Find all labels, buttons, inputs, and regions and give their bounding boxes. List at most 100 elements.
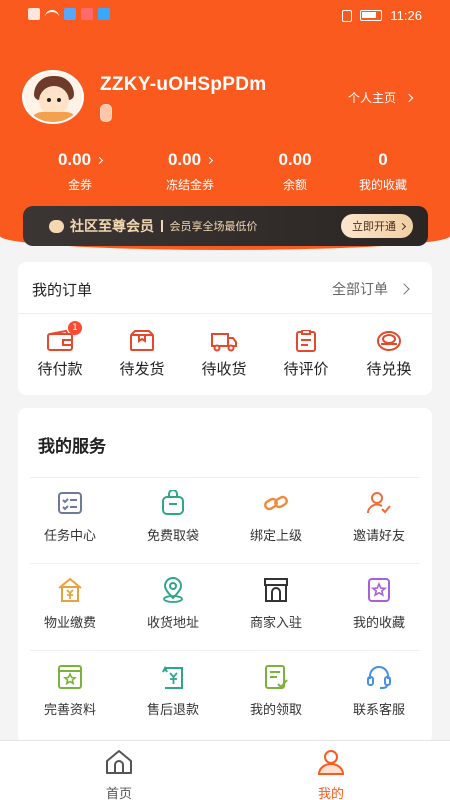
service-my-favorites[interactable]: 我的收藏 [329, 577, 429, 631]
order-label: 待付款 [37, 360, 83, 378]
order-pending-receipt[interactable]: 待收货 [189, 330, 259, 379]
chevron-right-icon [398, 283, 410, 295]
stat-label: 余额 [282, 178, 307, 192]
service-label: 商家入驻 [249, 616, 302, 631]
order-label: 待发货 [119, 360, 165, 378]
service-invite-friends[interactable]: 邀请好友 [329, 490, 429, 544]
order-count-badge: 1 [68, 321, 82, 335]
stat-value: 0.00 [278, 150, 312, 169]
service-bind-superior[interactable]: 绑定上级 [226, 490, 326, 544]
coins-icon [375, 330, 403, 352]
status-time: 11:26 [390, 8, 422, 23]
stat-gold-coupon[interactable]: 0.00 金券 [30, 150, 130, 193]
services-card: 我的服务 任务中心 免费取袋 绑定上级 邀请好友 物业缴费 收货地址 商家入驻 … [18, 408, 432, 743]
person-icon [317, 750, 345, 775]
status-bar: 11:26 [0, 0, 450, 30]
headset-icon [366, 664, 392, 690]
chevron-right-icon [404, 93, 414, 102]
avatar[interactable] [22, 70, 86, 124]
link-icon [263, 490, 289, 516]
profile-star-icon [57, 664, 83, 690]
service-complete-profile[interactable]: 完善资料 [20, 664, 120, 718]
chevron-right-icon [206, 156, 214, 164]
task-list-icon [57, 490, 83, 516]
app-notification-icon [64, 8, 76, 20]
service-my-claims[interactable]: 我的领取 [226, 664, 326, 718]
homepage-link-label: 个人主页 [347, 91, 396, 105]
service-label: 售后退款 [146, 703, 199, 718]
service-label: 任务中心 [43, 529, 96, 544]
service-shipping-address[interactable]: 收货地址 [123, 577, 223, 631]
tab-label: 首页 [105, 787, 132, 800]
clipboard-icon [292, 329, 320, 352]
location-pin-icon [160, 577, 186, 603]
package-icon [128, 330, 156, 352]
all-orders-link[interactable]: 全部订单 [332, 279, 410, 299]
search-app-icon [98, 8, 110, 20]
status-system: 11:26 [342, 8, 422, 23]
divider [161, 220, 163, 232]
order-label: 待兑换 [366, 360, 412, 378]
star-icon [366, 577, 392, 603]
service-label: 邀请好友 [352, 529, 405, 544]
divider [30, 477, 420, 478]
service-task-center[interactable]: 任务中心 [20, 490, 120, 544]
bottom-tab-bar: 首页 我的 [0, 740, 450, 800]
homepage-link[interactable]: 个人主页 [347, 89, 414, 106]
invite-user-icon [366, 490, 392, 516]
stat-balance[interactable]: 0.00 余额 [245, 150, 345, 193]
service-label: 免费取袋 [146, 529, 199, 544]
truck-icon [210, 330, 238, 352]
service-customer-support[interactable]: 联系客服 [329, 664, 429, 718]
wallet-icon: 1 [46, 321, 82, 352]
chat-bubble-icon [49, 219, 64, 233]
order-pending-redemption[interactable]: 待兑换 [354, 330, 424, 379]
all-orders-label: 全部订单 [332, 282, 388, 298]
order-pending-shipment[interactable]: 待发货 [107, 330, 177, 379]
storefront-icon [263, 577, 289, 603]
stat-label: 我的收藏 [358, 178, 407, 192]
house-payment-icon [57, 577, 83, 603]
vip-open-button-label: 立即开通 [352, 220, 396, 233]
chevron-right-icon [96, 156, 104, 164]
avatar-image [22, 70, 84, 124]
username: ZZKY-uOHSpPDm [100, 74, 267, 95]
home-icon [106, 750, 132, 774]
service-label: 我的收藏 [352, 616, 405, 631]
order-pending-review[interactable]: 待评价 [271, 329, 341, 379]
document-icon [263, 664, 289, 690]
service-label: 绑定上级 [249, 529, 302, 544]
stat-label: 金券 [67, 178, 92, 192]
service-property-payment[interactable]: 物业缴费 [20, 577, 120, 631]
order-pending-payment[interactable]: 1 待付款 [25, 321, 95, 379]
service-label: 收货地址 [146, 616, 199, 631]
vip-banner[interactable]: 社区至尊会员 会员享全场最低价 立即开通 [23, 206, 428, 246]
orders-card: 我的订单 全部订单 1 待付款 待发货 待收货 待评价 待兑换 [18, 262, 432, 395]
app-notification-icon [81, 8, 93, 20]
vip-description: 会员享全场最低价 [169, 220, 258, 233]
vip-title: 社区至尊会员 [70, 219, 154, 235]
service-label: 物业缴费 [43, 616, 96, 631]
service-label: 我的领取 [249, 703, 302, 718]
bag-icon [160, 489, 186, 516]
chevron-right-icon [398, 222, 407, 230]
stat-value: 0 [378, 150, 388, 169]
vip-open-button[interactable]: 立即开通 [341, 214, 413, 238]
stat-frozen-coupon[interactable]: 0.00 冻结金券 [140, 150, 240, 193]
services-title: 我的服务 [38, 437, 106, 457]
divider [30, 563, 420, 564]
service-after-sales-refund[interactable]: 售后退款 [123, 664, 223, 718]
member-level-badge [100, 104, 112, 122]
service-merchant-join[interactable]: 商家入驻 [226, 577, 326, 631]
wifi-icon [45, 10, 59, 18]
stat-value: 0.00 [167, 150, 202, 169]
stat-value: 0.00 [57, 150, 92, 169]
stat-favorites[interactable]: 0 我的收藏 [333, 150, 433, 193]
alert-icon [28, 8, 40, 20]
order-label: 待收货 [201, 360, 247, 378]
tab-me[interactable]: 我的 [291, 749, 371, 800]
order-label: 待评价 [283, 360, 329, 378]
tab-home[interactable]: 首页 [79, 749, 159, 800]
service-label: 联系客服 [352, 703, 405, 718]
service-free-bag[interactable]: 免费取袋 [123, 489, 223, 544]
